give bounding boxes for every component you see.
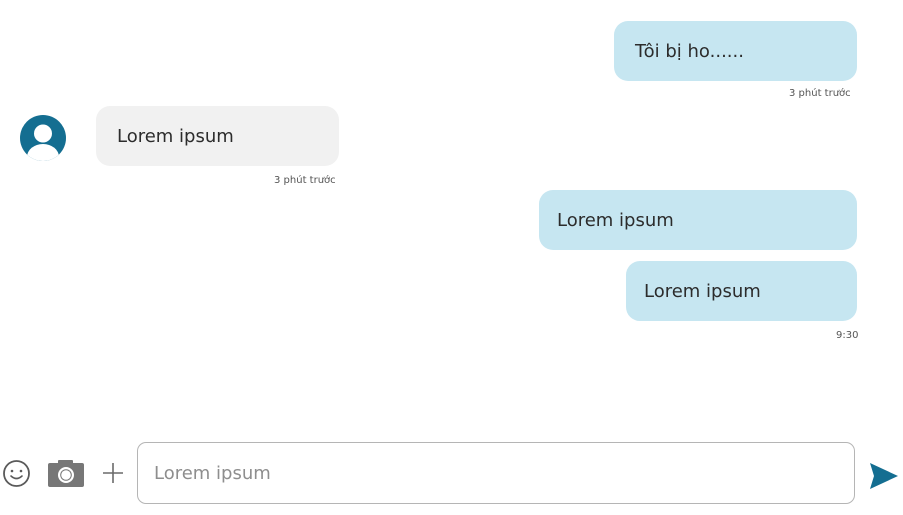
message-text: Lorem ipsum [117,125,234,147]
message-bubble-outgoing[interactable]: Tôi bị ho...... [614,21,857,81]
camera-button[interactable] [47,459,85,488]
message-input[interactable] [137,442,855,504]
message-timestamp: 9:30 [836,330,859,341]
camera-icon [48,460,84,487]
emoji-button[interactable] [2,459,31,488]
plus-icon [103,463,123,483]
contact-avatar[interactable] [20,115,66,161]
add-attachment-button[interactable] [102,462,124,484]
emoji-icon [3,460,30,487]
user-avatar-icon [20,115,66,161]
message-text: Lorem ipsum [557,209,674,231]
message-bubble-outgoing[interactable]: Lorem ipsum [539,190,857,250]
message-bubble-outgoing[interactable]: Lorem ipsum [626,261,857,321]
message-timestamp: 3 phút trước [789,88,851,99]
message-text: Tôi bị ho...... [635,40,744,62]
message-bubble-incoming[interactable]: Lorem ipsum [96,106,339,166]
send-icon [870,463,898,489]
send-button[interactable] [869,462,899,490]
chat-screen: Tôi bị ho...... 3 phút trước Lorem ipsum… [0,0,903,515]
message-text: Lorem ipsum [644,280,761,302]
message-timestamp: 3 phút trước [274,175,336,186]
